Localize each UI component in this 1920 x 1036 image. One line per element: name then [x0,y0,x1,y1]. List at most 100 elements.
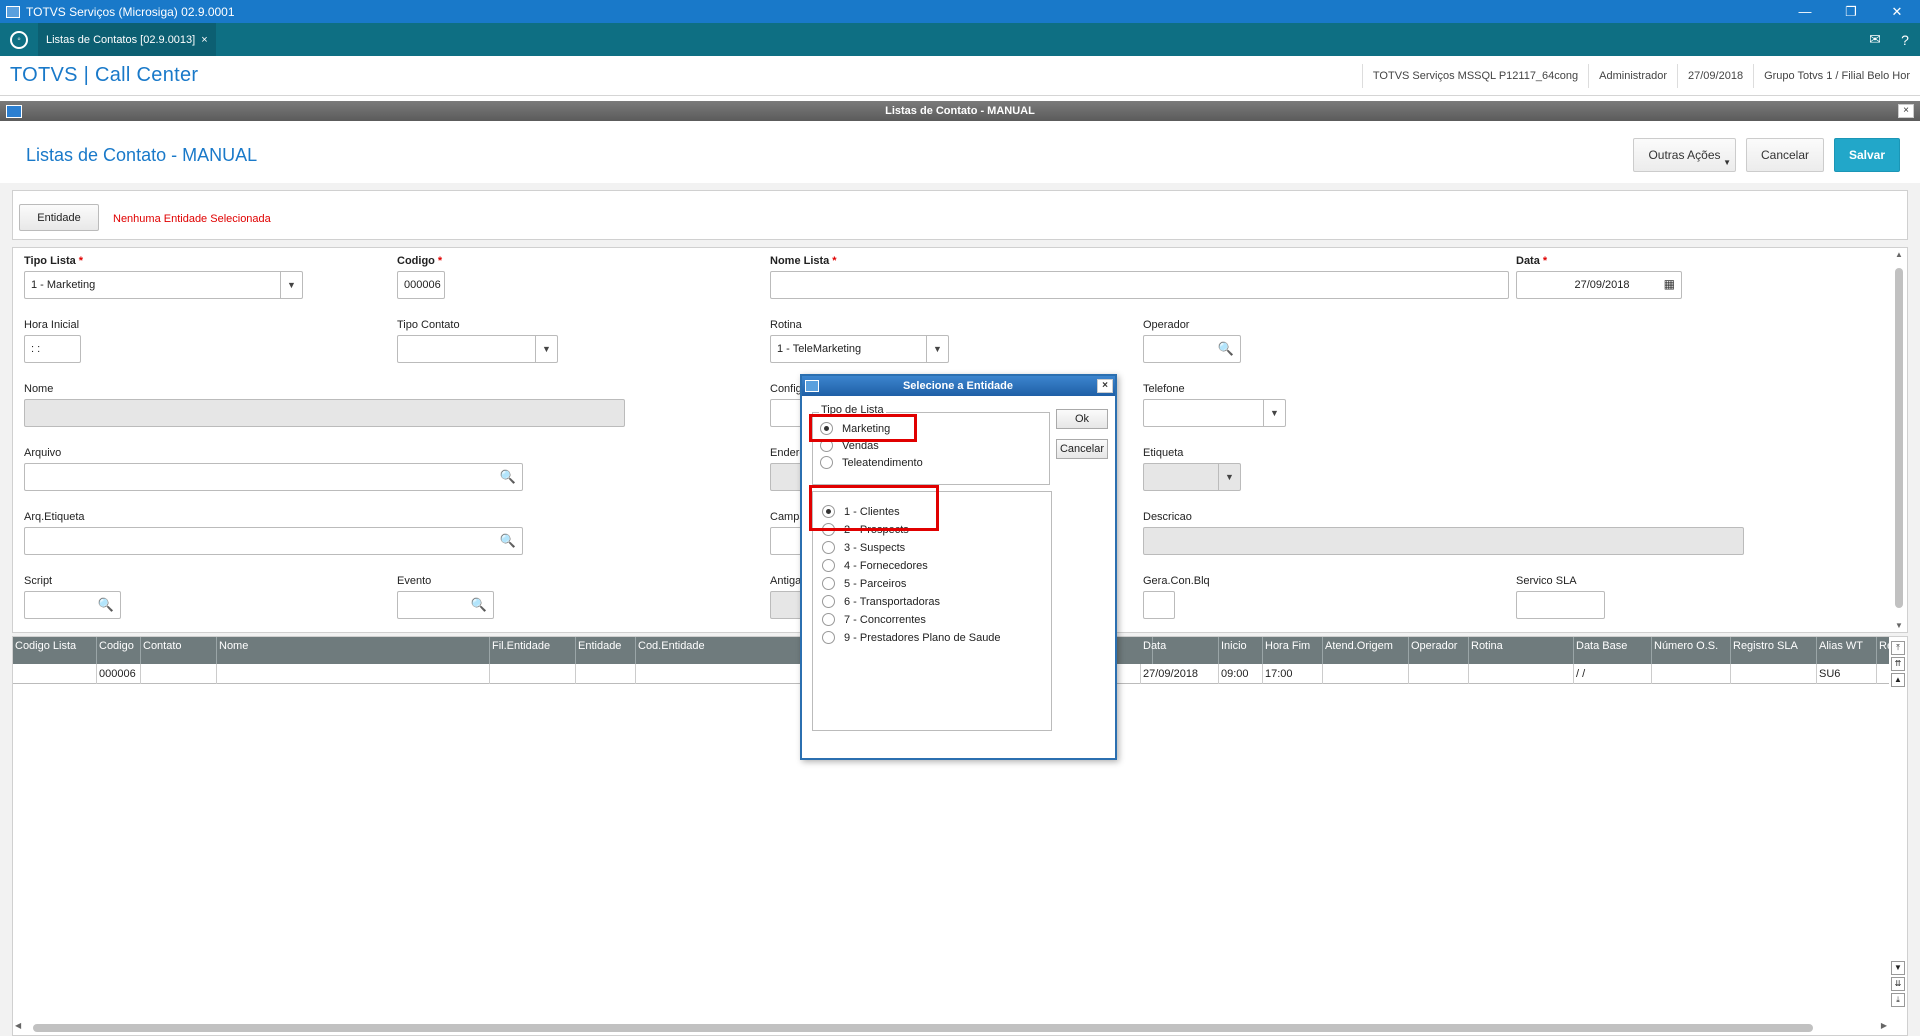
grid-cell[interactable] [1652,664,1731,684]
tab-listas-contatos[interactable]: Listas de Contatos [02.9.0013] × [38,23,216,56]
radio-entity-option[interactable]: 3 - Suspects [822,541,905,554]
grid-cell[interactable]: 17:00 [1263,664,1323,684]
mail-icon[interactable]: ✉ [1860,23,1890,56]
scroll-right-icon[interactable]: ▶ [1881,1021,1887,1030]
radio-dot[interactable] [822,613,835,626]
grid-header-cell[interactable]: Contato [141,637,217,664]
data-input[interactable]: 27/09/2018 ▦ [1516,271,1682,299]
scroll-down-icon[interactable]: ▼ [1891,961,1905,975]
grid-cell[interactable]: 27/09/2018 [1141,664,1219,684]
search-icon[interactable]: 🔍 [471,597,487,613]
search-icon[interactable]: 🔍 [98,597,114,613]
tipo-lista-select[interactable]: 1 - Marketing ▼ [24,271,303,299]
tab-close-icon[interactable]: × [201,34,207,46]
grid-cell[interactable]: SU6 [1817,664,1877,684]
grid-cell[interactable] [13,664,97,684]
chevron-down-icon[interactable]: ▼ [280,272,302,298]
scroll-top-icon[interactable]: ⤒ [1891,641,1905,655]
grid-header-cell[interactable]: Data Base [1574,637,1652,664]
chevron-down-icon[interactable]: ▼ [926,336,948,362]
grid-header-cell[interactable]: Operador [1409,637,1469,664]
scroll-page-down-icon[interactable]: ⇊ [1891,977,1905,991]
grid-cell[interactable] [1877,664,1889,684]
gera-con-blq-input[interactable] [1143,591,1175,619]
grid-cell[interactable] [1409,664,1469,684]
grid-header-cell[interactable]: Atend.Origem [1323,637,1409,664]
form-scrollbar[interactable]: ▲ ▼ [1893,250,1905,630]
grid-header-cell[interactable]: Codigo Lista [13,637,97,664]
search-icon[interactable]: 🔍 [1218,341,1234,357]
radio-dot[interactable] [822,541,835,554]
scroll-down-icon[interactable]: ▼ [1893,621,1905,630]
search-icon[interactable]: 🔍 [500,533,516,549]
evento-input[interactable]: 🔍 [397,591,494,619]
outras-acoes-button[interactable]: Outras Ações ▼ [1633,138,1736,172]
grid-header-cell[interactable]: Registro SLA [1731,637,1817,664]
inner-close-icon[interactable]: × [1898,104,1914,118]
grid-cell[interactable]: / / [1574,664,1652,684]
grid-cell[interactable] [1323,664,1409,684]
grid-header-cell[interactable]: Inicio [1219,637,1263,664]
calendar-icon[interactable]: ▦ [1664,277,1675,291]
chevron-down-icon[interactable]: ▼ [1263,400,1285,426]
minimize-button[interactable]: — [1782,0,1828,23]
operador-input[interactable]: 🔍 [1143,335,1241,363]
codigo-input[interactable]: 000006 [397,271,445,299]
restore-button[interactable]: ❐ [1828,0,1874,23]
grid-header-cell[interactable]: Fil.Entidade [490,637,576,664]
grid-cell[interactable] [217,664,490,684]
scroll-bottom-icon[interactable]: ⤓ [1891,993,1905,1007]
chevron-down-icon[interactable]: ▼ [535,336,557,362]
grid-header-cell[interactable]: Nome [217,637,490,664]
help-icon[interactable]: ? [1890,23,1920,56]
header-branch[interactable]: Grupo Totvs 1 / Filial Belo Hor [1753,63,1920,88]
radio-dot[interactable] [822,577,835,590]
grid-cell[interactable] [1731,664,1817,684]
grid-horizontal-scrollbar[interactable]: ◀ ▶ [13,1021,1889,1033]
scroll-up-icon[interactable]: ▲ [1891,673,1905,687]
grid-cell[interactable] [1469,664,1574,684]
cancel-button[interactable]: Cancelar [1746,138,1824,172]
radio-entity-option[interactable]: 4 - Fornecedores [822,559,928,572]
servico-sla-input[interactable] [1516,591,1605,619]
save-button[interactable]: Salvar [1834,138,1900,172]
radio-entity-option[interactable]: 9 - Prestadores Plano de Saude [822,631,1001,644]
grid-header-cell[interactable]: Hora Fim [1263,637,1323,664]
radio-entity-option[interactable]: 6 - Transportadoras [822,595,940,608]
home-icon[interactable]: ◦ [10,30,28,49]
dialog-cancel-button[interactable]: Cancelar [1056,439,1108,459]
radio-entity-option[interactable]: 5 - Parceiros [822,577,906,590]
close-window-button[interactable]: ✕ [1874,0,1920,23]
radio-dot[interactable] [822,631,835,644]
telefone-select[interactable]: ▼ [1143,399,1286,427]
radio-dot[interactable] [820,456,833,469]
grid-cell[interactable] [576,664,636,684]
nome-lista-input[interactable] [770,271,1509,299]
grid-header-cell[interactable]: Rotina [1469,637,1574,664]
grid-header-cell[interactable]: Data [1141,637,1219,664]
grid-header-cell[interactable]: Alias WT [1817,637,1877,664]
entity-button[interactable]: Entidade [19,204,99,231]
hora-inicial-input[interactable]: : : [24,335,81,363]
scroll-up-icon[interactable]: ▲ [1893,250,1905,259]
grid-header-cell[interactable]: Re [1877,637,1889,664]
radio-dot[interactable] [822,559,835,572]
scrollbar-thumb[interactable] [33,1024,1813,1032]
arquivo-input[interactable]: 🔍 [24,463,523,491]
grid-header-cell[interactable]: Número O.S. [1652,637,1731,664]
grid-header-cell[interactable]: Entidade [576,637,636,664]
radio-entity-option[interactable]: 7 - Concorrentes [822,613,926,626]
radio-teleatendimento[interactable]: Teleatendimento [820,456,923,469]
script-input[interactable]: 🔍 [24,591,121,619]
grid-cell[interactable] [141,664,217,684]
scroll-left-icon[interactable]: ◀ [15,1021,21,1030]
grid-cell[interactable]: 09:00 [1219,664,1263,684]
grid-header-cell[interactable]: Codigo [97,637,141,664]
scroll-page-up-icon[interactable]: ⇈ [1891,657,1905,671]
search-icon[interactable]: 🔍 [500,469,516,485]
arq-etiqueta-input[interactable]: 🔍 [24,527,523,555]
scrollbar-thumb[interactable] [1895,268,1903,608]
grid-cell[interactable]: 000006 [97,664,141,684]
ok-button[interactable]: Ok [1056,409,1108,429]
rotina-select[interactable]: 1 - TeleMarketing ▼ [770,335,949,363]
